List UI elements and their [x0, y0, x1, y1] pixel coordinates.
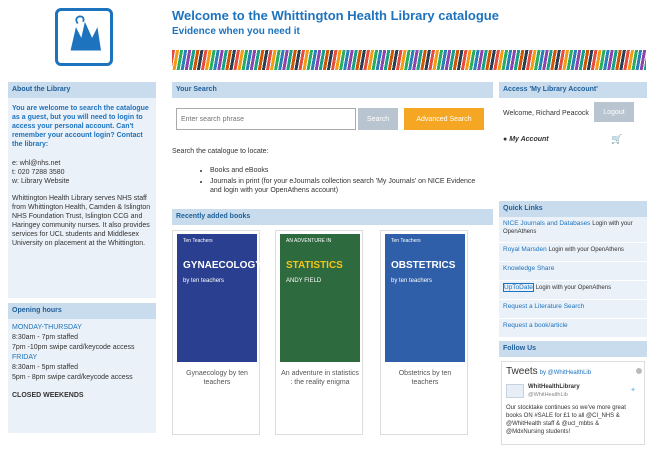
cover-subtitle: by ten teachers — [391, 278, 433, 284]
tweets-by-link[interactable]: by @WhitHealthLib — [540, 370, 591, 376]
decorative-stripe-banner — [172, 50, 646, 70]
book-card[interactable]: Ten Teachers GYNAECOLOGY by ten teachers… — [172, 230, 262, 435]
cart-icon[interactable]: 🛒 — [611, 134, 622, 145]
user-icon: ● — [503, 136, 508, 143]
library-logo[interactable] — [55, 8, 113, 66]
quick-link-label[interactable]: Request a Literature Search — [503, 303, 584, 310]
cover-subtitle: ANDY FIELD — [286, 278, 322, 284]
hours-friday-label: FRIDAY — [12, 354, 38, 361]
search-heading: Your Search — [172, 82, 493, 98]
hours-panel: MONDAY-THURSDAY 8:30am - 7pm staffed 7pm… — [8, 319, 156, 433]
book-cover[interactable]: Ten Teachers OBSTETRICS by ten teachers — [385, 234, 465, 362]
avatar[interactable] — [506, 384, 524, 398]
recent-books-list: Ten Teachers GYNAECOLOGY by ten teachers… — [172, 230, 493, 435]
cover-label: AN ADVENTURE IN — [286, 238, 332, 244]
tweet-text: Our stocktake continues so we've more gr… — [506, 405, 626, 435]
quick-link-knowledge-share[interactable]: Knowledge Share — [499, 262, 647, 281]
account-panel: Access 'My Library Account' Welcome, Ric… — [499, 82, 647, 192]
cover-title: GYNAECOLOGY — [183, 260, 262, 271]
contact-phone: t: 020 7288 3580 — [12, 169, 65, 176]
book-card[interactable]: Ten Teachers OBSTETRICS by ten teachers … — [380, 230, 468, 435]
book-cover[interactable]: AN ADVENTURE IN STATISTICS ANDY FIELD — [280, 234, 360, 362]
left-sidebar: About the Library You are welcome to sea… — [8, 82, 156, 433]
locate-text: Search the catalogue to locate: — [172, 148, 269, 155]
cat-logo-icon — [70, 15, 102, 51]
cover-subtitle: by ten teachers — [183, 278, 225, 284]
welcome-text: Welcome, Richard Peacock — [503, 110, 589, 117]
quick-link-request-book[interactable]: Request a book/article — [499, 319, 647, 338]
quick-links-heading: Quick Links — [499, 201, 647, 217]
contact-website[interactable]: w: Library Website — [12, 177, 152, 186]
list-item: Books and eBooks — [210, 166, 480, 175]
quick-link-label[interactable]: Request a book/article — [503, 322, 568, 329]
about-panel: You are welcome to search the catalogue … — [8, 98, 156, 298]
quick-link-note: Login with your OpenAthens — [535, 285, 612, 291]
quick-link-royal-marsden[interactable]: Royal Marsden Login with your OpenAthens — [499, 243, 647, 262]
quick-link-uptodate[interactable]: UpToDate Login with your OpenAthens — [499, 281, 647, 300]
book-caption[interactable]: Gynaecology by ten teachers — [177, 369, 257, 387]
quick-link-label[interactable]: NICE Journals and Databases — [503, 220, 590, 227]
hours-mon-thu-staffed: 8:30am - 7pm staffed — [12, 334, 79, 341]
cover-label: Ten Teachers — [391, 238, 421, 244]
tweet-user[interactable]: WhitHealthLibrary — [528, 384, 580, 390]
about-description: Whittington Health Library serves NHS st… — [12, 195, 151, 247]
about-heading: About the Library — [8, 82, 156, 98]
hours-heading: Opening hours — [8, 303, 156, 319]
quick-link-literature-search[interactable]: Request a Literature Search — [499, 300, 647, 319]
tweets-title: Tweets — [506, 366, 538, 377]
about-intro: You are welcome to search the catalogue … — [12, 105, 149, 148]
quick-link-label[interactable]: UpToDate — [503, 283, 534, 292]
cover-title: OBSTETRICS — [391, 260, 456, 271]
book-caption[interactable]: An adventure in statistics : the reality… — [280, 369, 360, 387]
logout-button[interactable]: Logout — [594, 102, 634, 122]
right-sidebar: Access 'My Library Account' Welcome, Ric… — [499, 82, 647, 449]
page-title: Welcome to the Whittington Health Librar… — [172, 8, 499, 23]
quick-link-note: Login with your OpenAthens — [548, 247, 624, 253]
my-account-link[interactable]: ● My Account — [503, 136, 549, 143]
follow-us-heading: Follow Us — [499, 341, 647, 357]
my-account-label: My Account — [509, 136, 549, 143]
main-content: Your Search Search Advanced Search Searc… — [172, 82, 493, 435]
twitter-feed[interactable]: Tweets by @WhitHealthLib WhitHealthLibra… — [501, 361, 645, 445]
contact-details: e: whl@nhs.net t: 020 7288 3580 w: Libra… — [12, 159, 152, 186]
search-input[interactable] — [176, 108, 356, 130]
cover-title: STATISTICS — [286, 260, 343, 271]
list-item: Journals in print (for your eJournals co… — [210, 177, 480, 195]
tweet-handle[interactable]: @WhitHealthLib — [528, 392, 568, 398]
quick-link-label[interactable]: Royal Marsden — [503, 246, 547, 253]
quick-link-label[interactable]: Knowledge Share — [503, 265, 554, 272]
search-button[interactable]: Search — [358, 108, 398, 130]
cover-label: Ten Teachers — [183, 238, 213, 244]
page-subtitle: Evidence when you need it — [172, 26, 300, 37]
advanced-search-button[interactable]: Advanced Search — [404, 108, 484, 130]
twitter-bird-icon: ✦ — [630, 387, 636, 394]
hours-friday-swipe: 5pm - 8pm swipe card/keycode access — [12, 374, 133, 381]
hours-closed-weekends: CLOSED WEEKENDS — [12, 392, 84, 399]
hours-mon-thu-label: MONDAY-THURSDAY — [12, 324, 82, 331]
contact-email[interactable]: e: whl@nhs.net — [12, 159, 152, 168]
account-heading: Access 'My Library Account' — [499, 82, 647, 98]
hours-mon-thu-swipe: 7pm -10pm swipe card/keycode access — [12, 344, 135, 351]
book-card[interactable]: AN ADVENTURE IN STATISTICS ANDY FIELD An… — [275, 230, 363, 435]
recent-books-heading: Recently added books — [172, 209, 493, 225]
info-icon[interactable] — [636, 368, 642, 374]
quick-link-nice[interactable]: NICE Journals and Databases Login with y… — [499, 217, 647, 243]
book-cover[interactable]: Ten Teachers GYNAECOLOGY by ten teachers — [177, 234, 262, 362]
hours-friday-staffed: 8:30am - 5pm staffed — [12, 364, 79, 371]
book-caption[interactable]: Obstetrics by ten teachers — [385, 369, 465, 387]
locate-list: Books and eBooks Journals in print (for … — [210, 166, 480, 197]
